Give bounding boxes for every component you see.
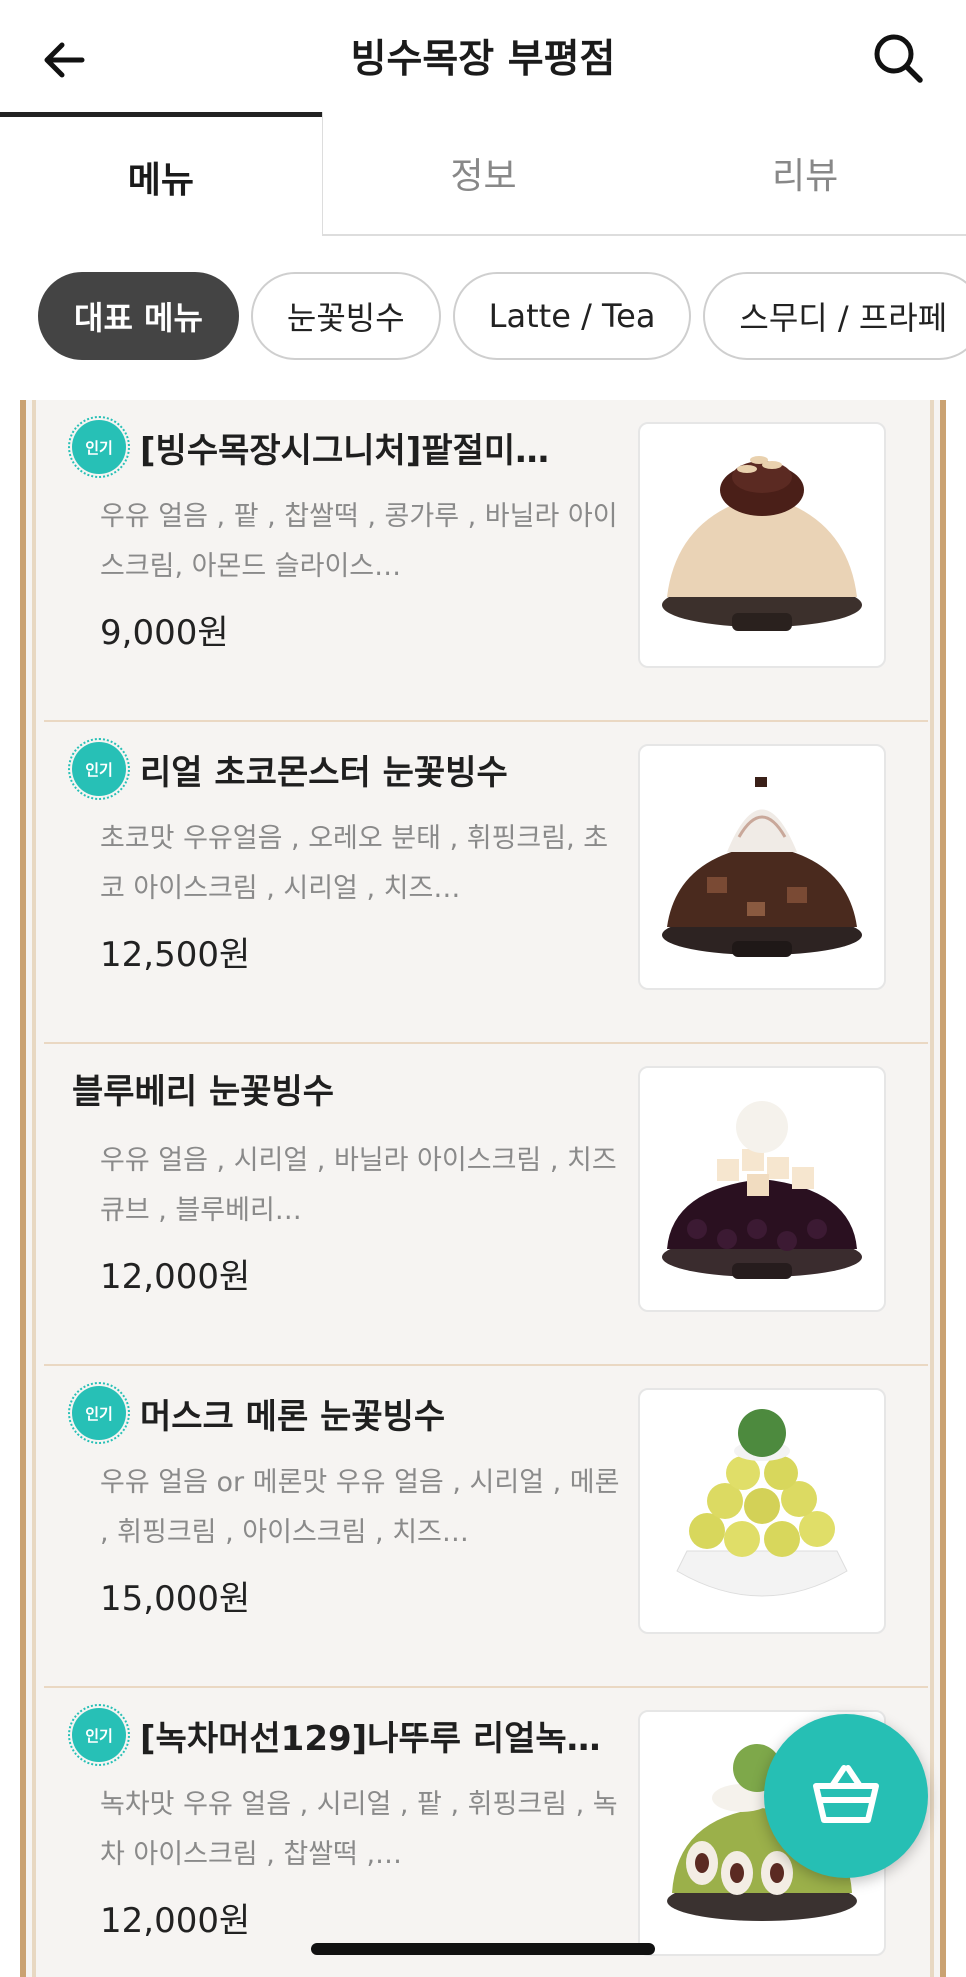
store-tabs: 메뉴 정보 리뷰 bbox=[0, 112, 966, 236]
bingsu-blueberry-image bbox=[662, 1101, 862, 1279]
menu-item-name: 블루베리 눈꽃빙수 bbox=[72, 1072, 335, 1112]
menu-item-image[interactable] bbox=[638, 1066, 886, 1312]
menu-item-price: 12,500원 bbox=[100, 935, 251, 975]
menu-item-description: 녹차맛 우유 얼음 , 시리얼 , 팥 , 휘핑크림 , 녹차 아이스크림 , … bbox=[100, 1789, 618, 1870]
menu-item-name: [빙수목장시그니처]팥절미… bbox=[140, 430, 550, 471]
app-header: 빙수목장 부평점 bbox=[0, 0, 966, 115]
popular-badge: 인기 bbox=[68, 738, 130, 800]
menu-item-price: 12,000원 bbox=[100, 1257, 251, 1297]
page-title: 빙수목장 부평점 bbox=[350, 37, 616, 82]
menu-item-name: 머스크 메론 눈꽃빙수 bbox=[140, 1396, 446, 1437]
menu-item-description: 우유 얼음 , 팥 , 찹쌀떡 , 콩가루 , 바닐라 아이스크림, 아몬드 슬… bbox=[100, 501, 618, 582]
tab-menu[interactable]: 메뉴 bbox=[0, 112, 322, 236]
bingsu-injeolmi-image bbox=[662, 456, 862, 631]
menu-item-title-row: 인기 [빙수목장시그니처]팥절미… bbox=[68, 416, 628, 478]
menu-item-image[interactable] bbox=[638, 422, 886, 668]
chip-snowflake-bingsu[interactable]: 눈꽃빙수 bbox=[250, 272, 441, 360]
category-chips: 대표 메뉴 눈꽃빙수 Latte / Tea 스무디 / 프라페 bbox=[38, 272, 966, 362]
menu-item-title-row: 인기 머스크 메론 눈꽃빙수 bbox=[68, 1382, 628, 1444]
basket-icon bbox=[813, 1765, 879, 1823]
menu-item-name: [녹차머선129]나뚜루 리얼녹… bbox=[140, 1718, 601, 1759]
popular-badge: 인기 bbox=[68, 416, 130, 478]
menu-item-price: 9,000원 bbox=[100, 613, 229, 653]
menu-item-title-row: 블루베리 눈꽃빙수 bbox=[72, 1064, 628, 1113]
bingsu-choco-monster-image bbox=[662, 777, 862, 957]
menu-item-description: 초코맛 우유얼음 , 오레오 분태 , 휘핑크림, 초코 아이스크림 , 시리얼… bbox=[100, 823, 609, 904]
search-icon[interactable] bbox=[868, 28, 928, 88]
menu-item-title-row: 인기 리얼 초코몬스터 눈꽃빙수 bbox=[68, 738, 628, 800]
tab-reviews[interactable]: 리뷰 bbox=[644, 112, 966, 236]
popular-badge: 인기 bbox=[68, 1382, 130, 1444]
chip-latte-tea[interactable]: Latte / Tea bbox=[452, 272, 692, 360]
menu-item-image[interactable] bbox=[638, 1388, 886, 1634]
menu-item[interactable]: 인기 리얼 초코몬스터 눈꽃빙수 초코맛 우유얼음 , 오레오 분태 , 휘핑크… bbox=[44, 722, 928, 1044]
menu-item-title-row: 인기 [녹차머선129]나뚜루 리얼녹… bbox=[68, 1704, 628, 1766]
menu-item[interactable]: 인기 [빙수목장시그니처]팥절미… 우유 얼음 , 팥 , 찹쌀떡 , 콩가루 … bbox=[44, 400, 928, 722]
menu-item[interactable]: 인기 머스크 메론 눈꽃빙수 우유 얼음 or 메론맛 우유 얼음 , 시리얼 … bbox=[44, 1366, 928, 1688]
menu-item-price: 15,000원 bbox=[100, 1579, 251, 1619]
menu-item-price: 12,000원 bbox=[100, 1901, 251, 1941]
menu-item-description: 우유 얼음 or 메론맛 우유 얼음 , 시리얼 , 메론 , 휘핑크림 , 아… bbox=[100, 1467, 620, 1548]
chip-signature-menu[interactable]: 대표 메뉴 bbox=[38, 272, 239, 360]
menu-item-description: 우유 얼음 , 시리얼 , 바닐라 아이스크림 , 치즈큐브 , 블루베리… bbox=[100, 1145, 617, 1226]
menu-item-image[interactable] bbox=[638, 744, 886, 990]
tab-info[interactable]: 정보 bbox=[321, 112, 645, 236]
menu-item[interactable]: 블루베리 눈꽃빙수 우유 얼음 , 시리얼 , 바닐라 아이스크림 , 치즈큐브… bbox=[44, 1044, 928, 1366]
basket-button[interactable] bbox=[764, 1714, 928, 1878]
home-indicator bbox=[311, 1943, 655, 1955]
bingsu-melon-image bbox=[676, 1409, 848, 1597]
popular-badge: 인기 bbox=[68, 1704, 130, 1766]
menu-item-name: 리얼 초코몬스터 눈꽃빙수 bbox=[140, 752, 508, 793]
chip-smoothie-frappe[interactable]: 스무디 / 프라페 bbox=[703, 272, 966, 360]
